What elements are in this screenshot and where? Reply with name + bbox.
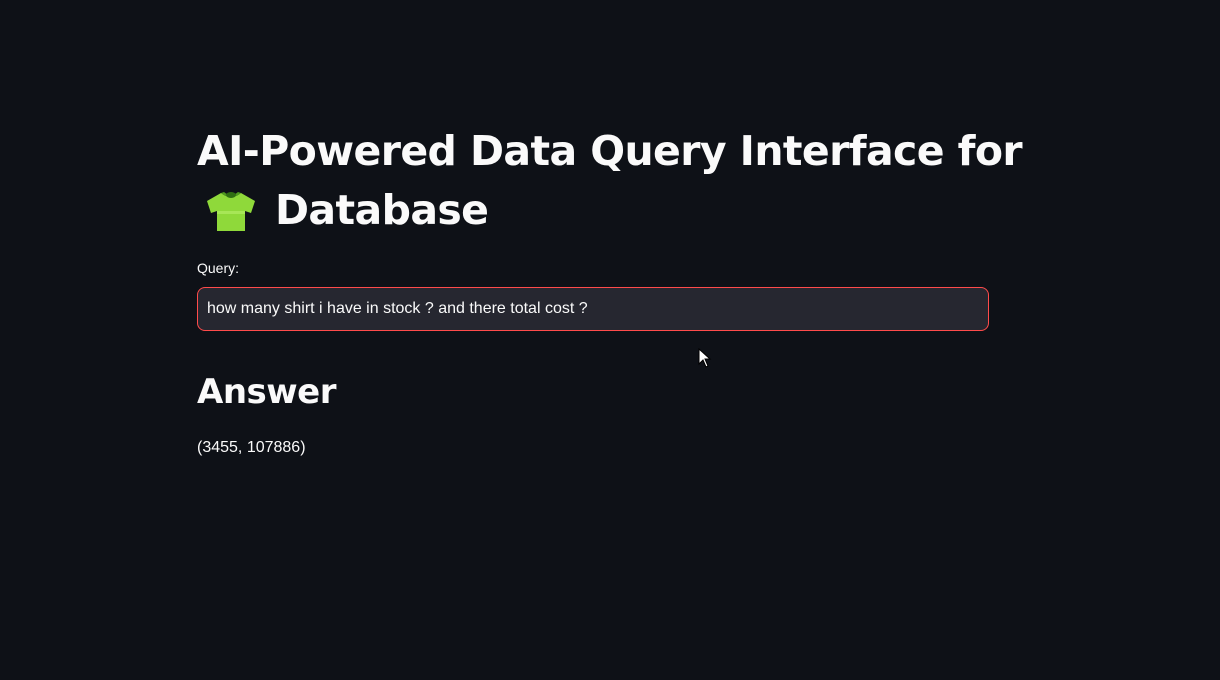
answer-heading: Answer (197, 372, 337, 412)
main-content: AI-Powered Data Query Interface for Data… (197, 122, 1023, 456)
page-title-line1: AI-Powered Data Query Interface for (197, 127, 1023, 175)
page-title: AI-Powered Data Query Interface for Data… (197, 122, 1023, 240)
page-title-database: Database (275, 186, 489, 234)
query-label: Query: (197, 260, 240, 276)
mouse-cursor-icon (698, 347, 712, 368)
page-title-line2: Database (197, 181, 989, 240)
t-shirt-icon (205, 189, 257, 233)
answer-value: (3455, 107886) (197, 439, 306, 456)
query-input[interactable] (197, 287, 989, 331)
